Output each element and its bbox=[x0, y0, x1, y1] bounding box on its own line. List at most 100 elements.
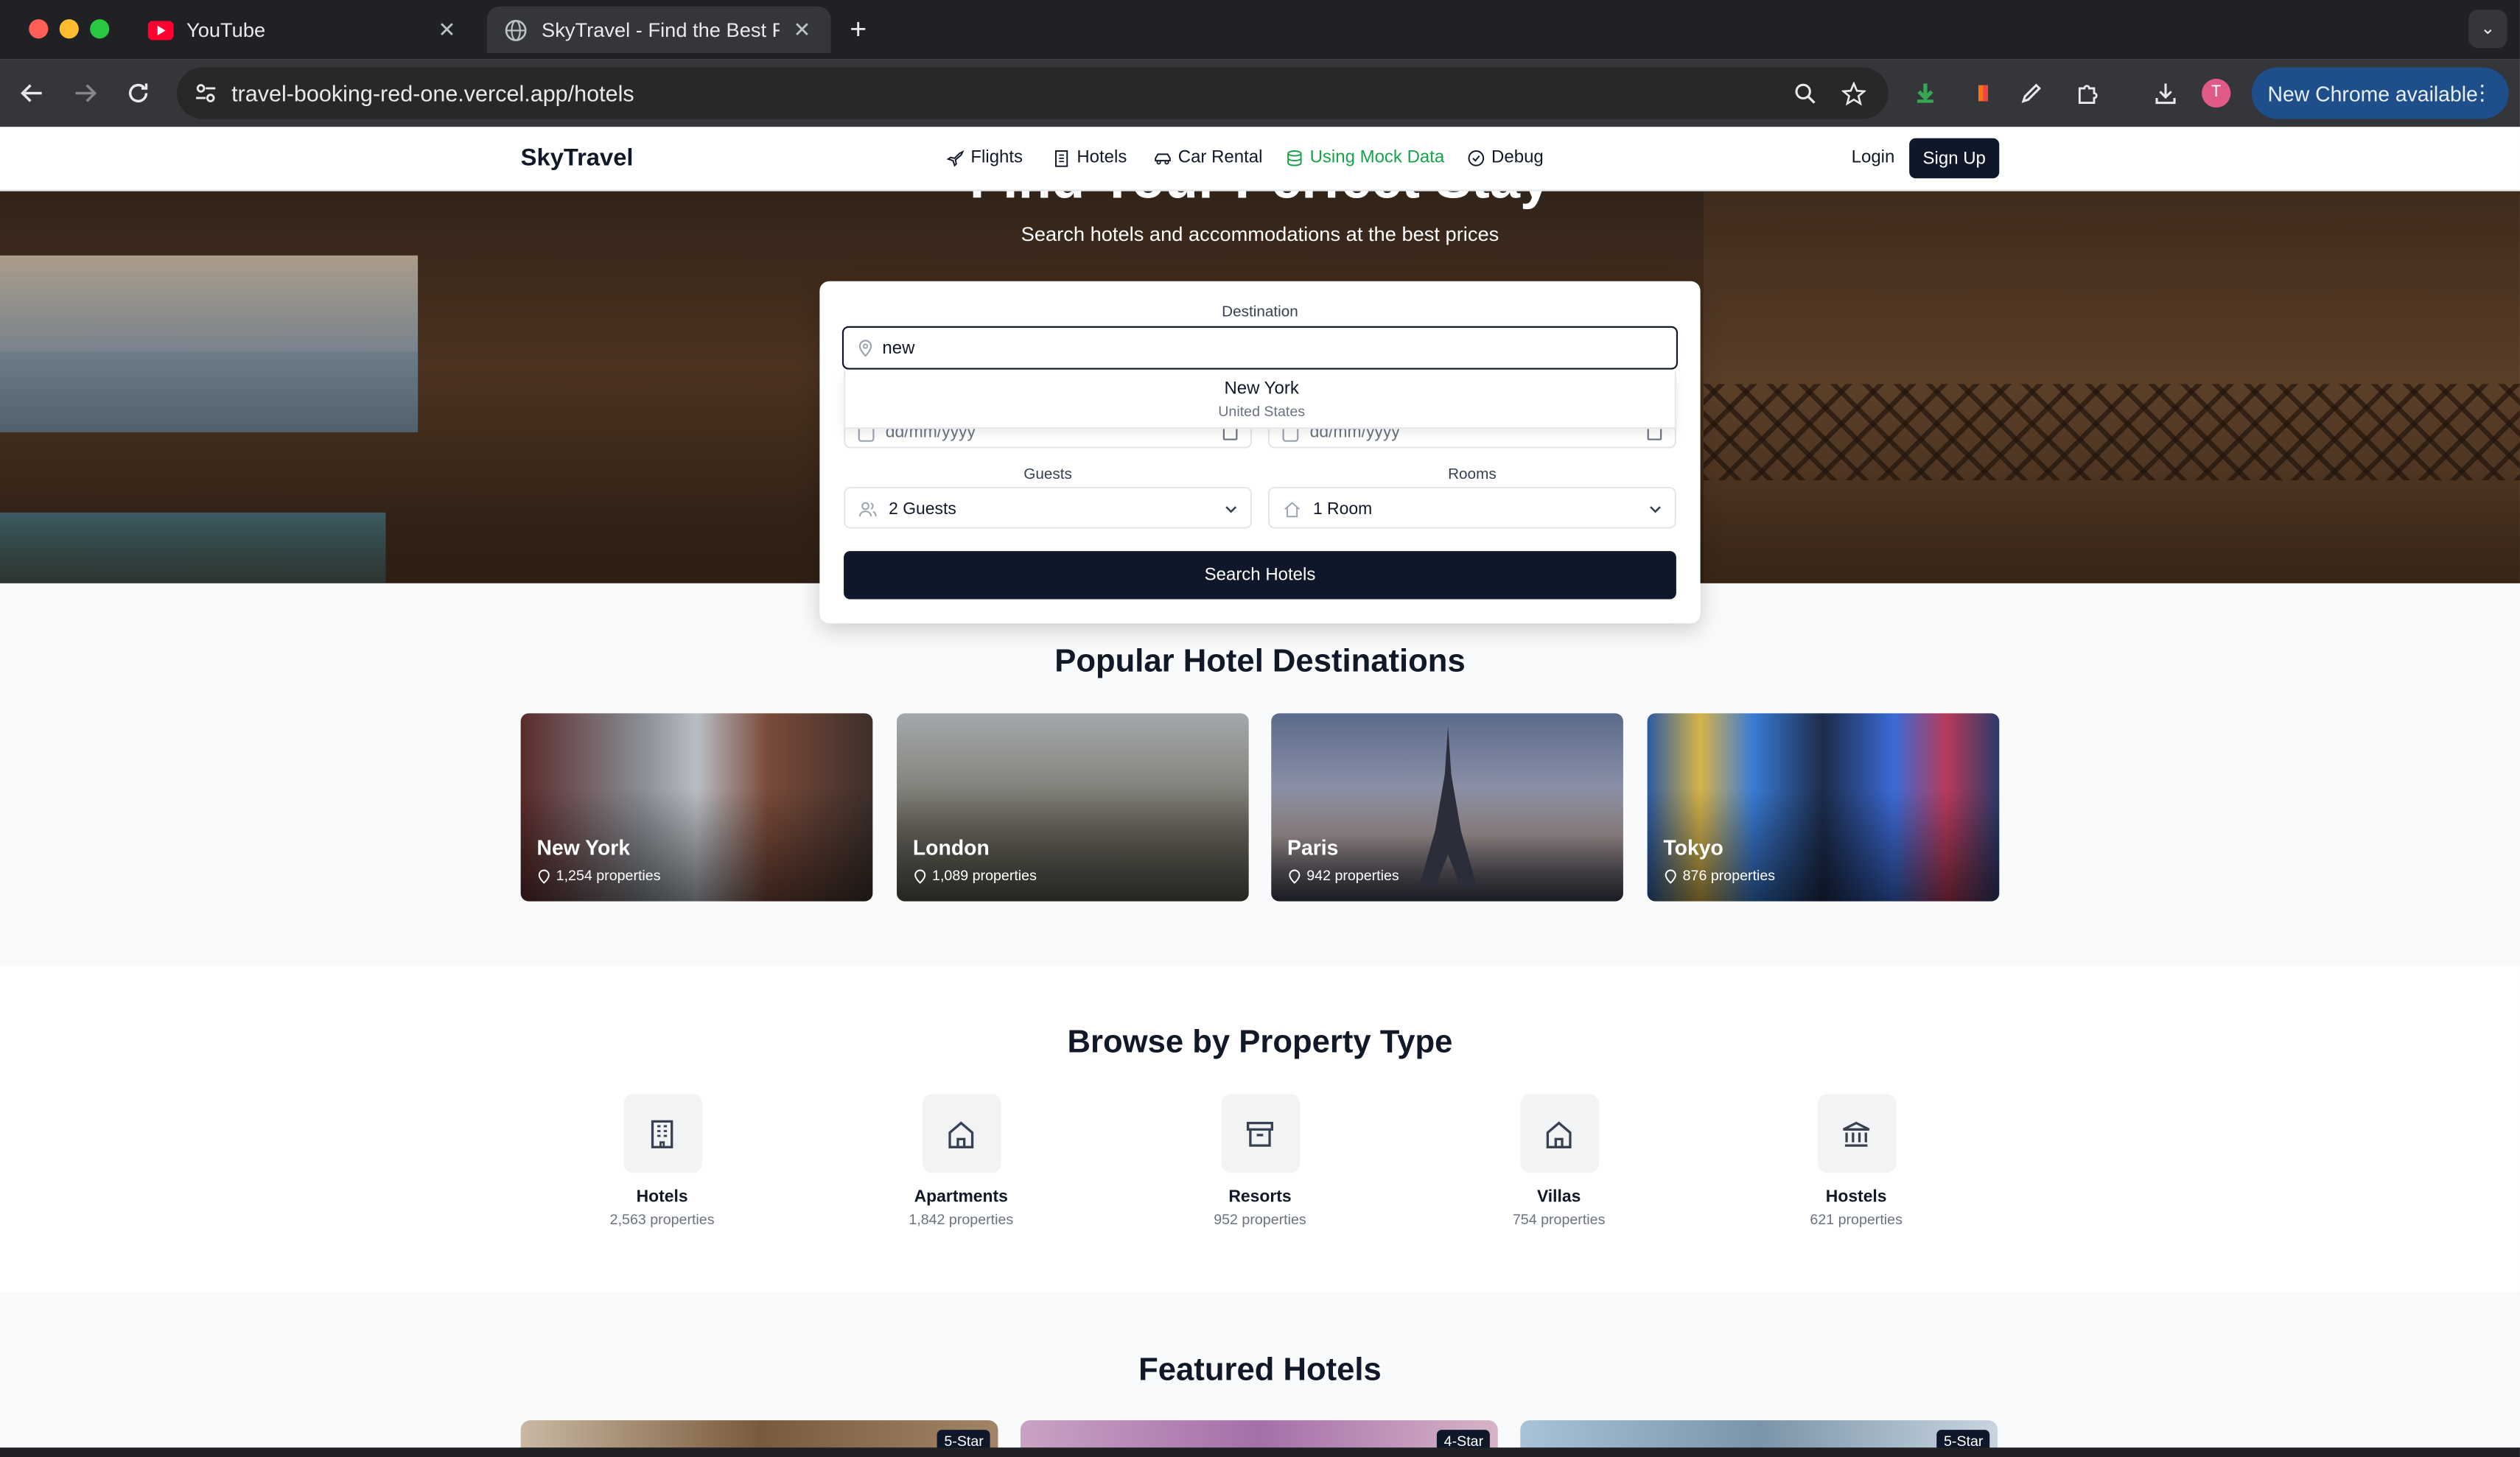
nav-label: Debug bbox=[1491, 147, 1544, 167]
tab-search-chevron-icon[interactable]: ⌄ bbox=[2468, 10, 2507, 49]
archive-icon bbox=[1220, 1094, 1300, 1173]
property-type-hostels[interactable]: Hostels 621 properties bbox=[1776, 1094, 1936, 1227]
destination-count: 1,089 properties bbox=[932, 867, 1037, 884]
destination-card-london[interactable]: London 1,089 properties bbox=[897, 713, 1249, 902]
map-pin-icon bbox=[1287, 868, 1302, 883]
downloads-icon[interactable] bbox=[2150, 79, 2179, 108]
landmark-icon bbox=[1816, 1094, 1896, 1173]
property-type-name: Hotels bbox=[636, 1187, 688, 1207]
zoom-icon[interactable] bbox=[1791, 79, 1819, 108]
suggestion-country: United States bbox=[1218, 403, 1306, 420]
site-logo[interactable]: SkyTravel bbox=[521, 144, 634, 172]
property-type-hotels[interactable]: Hotels 2,563 properties bbox=[582, 1094, 743, 1227]
chrome-update-button[interactable]: New Chrome available ⋮ bbox=[2251, 67, 2509, 119]
forward-arrow-icon[interactable] bbox=[66, 74, 104, 112]
rooms-select[interactable]: 1 Room bbox=[1267, 486, 1676, 529]
youtube-icon bbox=[147, 17, 174, 43]
destination-name: New York bbox=[536, 835, 631, 860]
address-bar[interactable]: travel-booking-red-one.vercel.app/hotels bbox=[176, 67, 1889, 119]
destination-card-new-york[interactable]: New York 1,254 properties bbox=[520, 713, 873, 902]
tab-skytravel[interactable]: SkyTravel - Find the Best Flig ✕ bbox=[486, 6, 831, 53]
destination-input[interactable]: new bbox=[841, 326, 1679, 370]
web-page: SkyTravel Flights Hotels Car Rental Usin… bbox=[0, 127, 2520, 1457]
eiffel-tower-silhouette bbox=[1418, 726, 1477, 887]
rooms-value: 1 Room bbox=[1312, 499, 1373, 519]
window-close-button[interactable] bbox=[29, 19, 49, 39]
guests-label: Guests bbox=[1023, 466, 1072, 484]
property-type-apartments[interactable]: Apartments 1,842 properties bbox=[881, 1094, 1041, 1227]
reload-icon[interactable] bbox=[119, 74, 157, 112]
popular-destinations-heading: Popular Hotel Destinations bbox=[1054, 644, 1466, 680]
destination-value: new bbox=[882, 339, 915, 359]
property-type-resorts[interactable]: Resorts 952 properties bbox=[1180, 1094, 1340, 1227]
download-extension-icon[interactable] bbox=[1911, 79, 1939, 108]
destination-card-paris[interactable]: Paris 942 properties bbox=[1271, 713, 1623, 902]
bookmark-star-icon[interactable] bbox=[1838, 79, 1867, 108]
building-icon bbox=[623, 1094, 702, 1173]
window-zoom-button[interactable] bbox=[90, 19, 110, 39]
extension-icon[interactable] bbox=[1969, 79, 1998, 108]
destination-label: Destination bbox=[1222, 303, 1298, 322]
home-icon bbox=[1519, 1094, 1599, 1173]
destination-properties: 876 properties bbox=[1663, 868, 1775, 884]
profile-avatar[interactable]: T bbox=[2202, 78, 2231, 108]
tab-youtube[interactable]: YouTube ✕ bbox=[132, 7, 476, 53]
more-vert-icon[interactable]: ⋮ bbox=[2472, 80, 2493, 106]
suggestion-city: New York bbox=[1224, 379, 1299, 399]
chevron-down-icon bbox=[1222, 499, 1241, 519]
destination-count: 876 properties bbox=[1682, 867, 1776, 884]
destination-suggestion[interactable]: New York United States bbox=[844, 371, 1676, 429]
hero-subtitle: Search hotels and accommodations at the … bbox=[1021, 223, 1499, 246]
url-host: travel-booking-red-one.vercel.app bbox=[231, 80, 568, 106]
rooms-label: Rooms bbox=[1448, 466, 1497, 484]
destination-properties: 942 properties bbox=[1287, 868, 1399, 884]
nav-flights[interactable]: Flights bbox=[946, 148, 1023, 167]
destination-name: London bbox=[912, 835, 990, 860]
car-icon bbox=[1154, 149, 1172, 166]
tab-close-icon[interactable]: ✕ bbox=[434, 17, 460, 43]
tab-close-icon[interactable]: ✕ bbox=[789, 17, 815, 43]
signup-button[interactable]: Sign Up bbox=[1909, 138, 2000, 179]
pen-extension-icon[interactable] bbox=[2017, 79, 2045, 108]
hero-title: Find Your Perfect Stay bbox=[0, 192, 2520, 212]
nav-label: Car Rental bbox=[1177, 147, 1263, 167]
users-icon bbox=[858, 499, 878, 519]
destination-properties: 1,254 properties bbox=[536, 867, 661, 884]
new-tab-button[interactable]: + bbox=[842, 13, 875, 45]
property-type-count: 952 properties bbox=[1214, 1211, 1306, 1228]
puzzle-extensions-icon[interactable] bbox=[2071, 79, 2100, 108]
browser-toolbar: travel-booking-red-one.vercel.app/hotels… bbox=[0, 59, 2520, 127]
nav-debug[interactable]: Debug bbox=[1467, 147, 1544, 167]
destination-count: 1,254 properties bbox=[556, 867, 661, 884]
property-type-name: Villas bbox=[1536, 1187, 1581, 1207]
guests-value: 2 Guests bbox=[889, 499, 956, 519]
nav-hotels[interactable]: Hotels bbox=[1053, 148, 1127, 167]
destination-name: Tokyo bbox=[1663, 835, 1723, 860]
browser-tab-bar: YouTube ✕ SkyTravel - Find the Best Flig… bbox=[0, 0, 2520, 60]
nav-label: Hotels bbox=[1077, 147, 1127, 167]
property-type-villas[interactable]: Villas 754 properties bbox=[1479, 1094, 1639, 1227]
search-hotels-button[interactable]: Search Hotels bbox=[844, 551, 1676, 600]
back-arrow-icon[interactable] bbox=[13, 74, 51, 112]
window-bottom-edge bbox=[0, 1447, 2520, 1457]
url-path: /hotels bbox=[567, 80, 634, 106]
tab-title: SkyTravel - Find the Best Flig bbox=[542, 18, 780, 41]
database-icon bbox=[1286, 149, 1303, 166]
destination-card-tokyo[interactable]: Tokyo 876 properties bbox=[1647, 713, 2000, 902]
chevron-down-icon bbox=[1645, 499, 1665, 519]
window-minimize-button[interactable] bbox=[59, 19, 79, 39]
property-type-name: Apartments bbox=[914, 1187, 1008, 1207]
property-type-count: 1,842 properties bbox=[909, 1211, 1014, 1228]
property-type-count: 2,563 properties bbox=[609, 1211, 715, 1228]
property-type-count: 621 properties bbox=[1810, 1211, 1903, 1228]
login-link[interactable]: Login bbox=[1852, 148, 1895, 167]
hotel-search-form: Destination new dd/mm/yyyy dd/mm/yyyy Ne… bbox=[819, 281, 1701, 624]
property-type-name: Hostels bbox=[1825, 1187, 1887, 1207]
nav-car-rental[interactable]: Car Rental bbox=[1154, 148, 1262, 167]
destination-name: Paris bbox=[1287, 835, 1339, 860]
update-label: New Chrome available bbox=[2267, 81, 2478, 105]
nav-using-mock-data[interactable]: Using Mock Data bbox=[1286, 148, 1444, 167]
site-settings-icon[interactable] bbox=[189, 77, 222, 110]
check-circle-icon bbox=[1467, 149, 1485, 166]
guests-select[interactable]: 2 Guests bbox=[844, 486, 1253, 529]
